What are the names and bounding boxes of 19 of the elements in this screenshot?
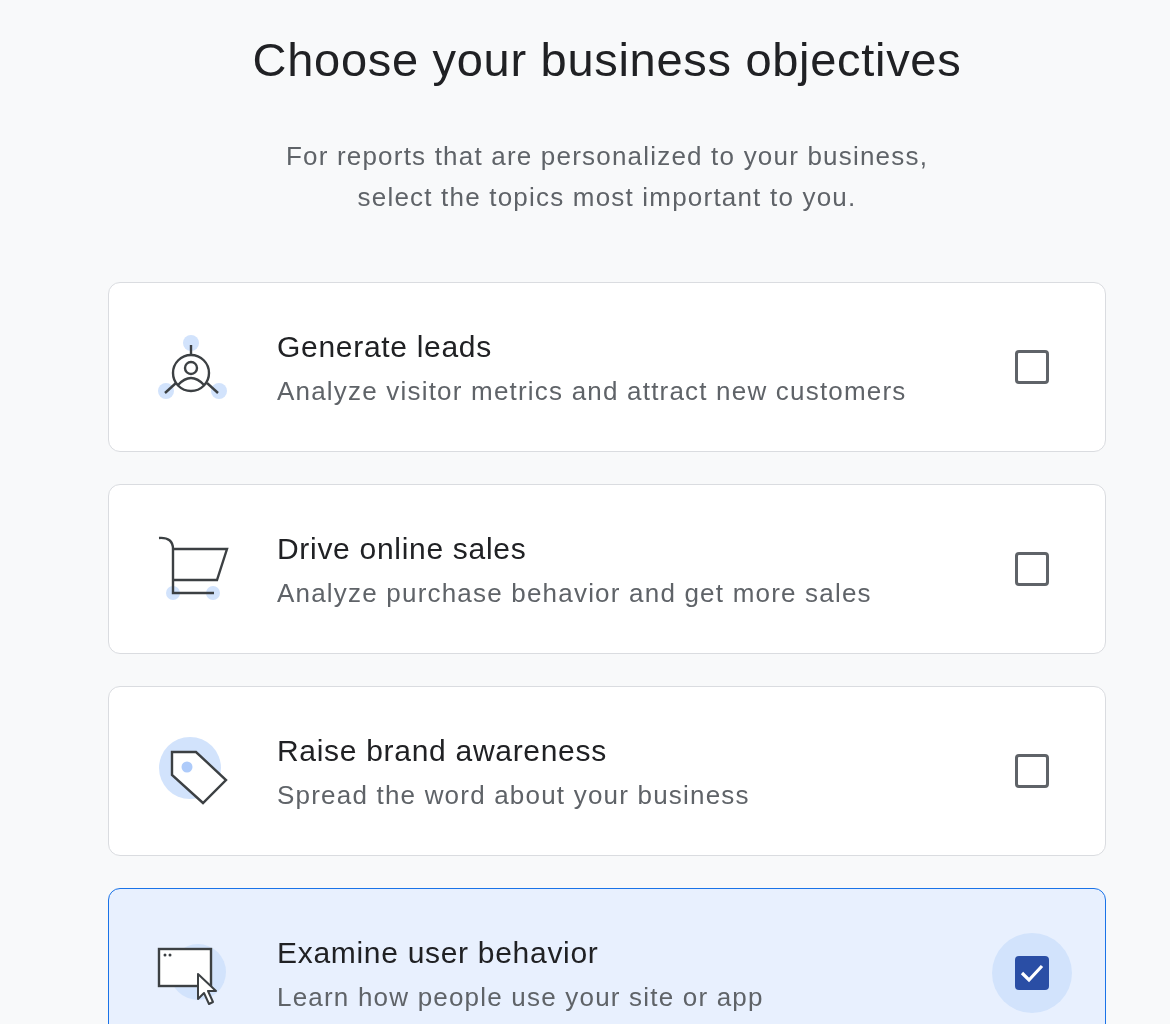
page-subtitle: For reports that are personalized to your business, select the topics most important to you. (285, 140, 929, 214)
objective-description: Learn how people use your site or app (277, 981, 764, 1012)
page-title: Choose your business objectives (252, 32, 962, 88)
objective-title: Raise brand awareness (277, 732, 607, 769)
objective-card[interactable]: Raise brand awareness Spread the word about your business (108, 686, 1106, 856)
checkbox[interactable] (1015, 956, 1049, 990)
objective-card[interactable]: Drive online sales Analyze purchase behavior and get more sales (108, 484, 1106, 654)
checkbox[interactable] (1015, 552, 1049, 586)
check-icon (1020, 963, 1044, 983)
checkbox[interactable] (1015, 350, 1049, 384)
objective-title: Examine user behavior (277, 934, 599, 971)
objective-card[interactable]: Generate leads Analyze visitor metrics and attract new customers (108, 282, 1106, 452)
objective-title: Generate leads (277, 328, 492, 365)
objective-card[interactable]: Examine user behavior Learn how people use your site or app (108, 888, 1106, 1024)
objective-description: Analyze visitor metrics and attract new customers (277, 375, 907, 406)
objective-title: Drive online sales (277, 530, 527, 567)
objective-description: Analyze purchase behavior and get more sales (277, 577, 872, 608)
objective-description: Spread the word about your business (277, 779, 750, 810)
checkbox[interactable] (1015, 754, 1049, 788)
